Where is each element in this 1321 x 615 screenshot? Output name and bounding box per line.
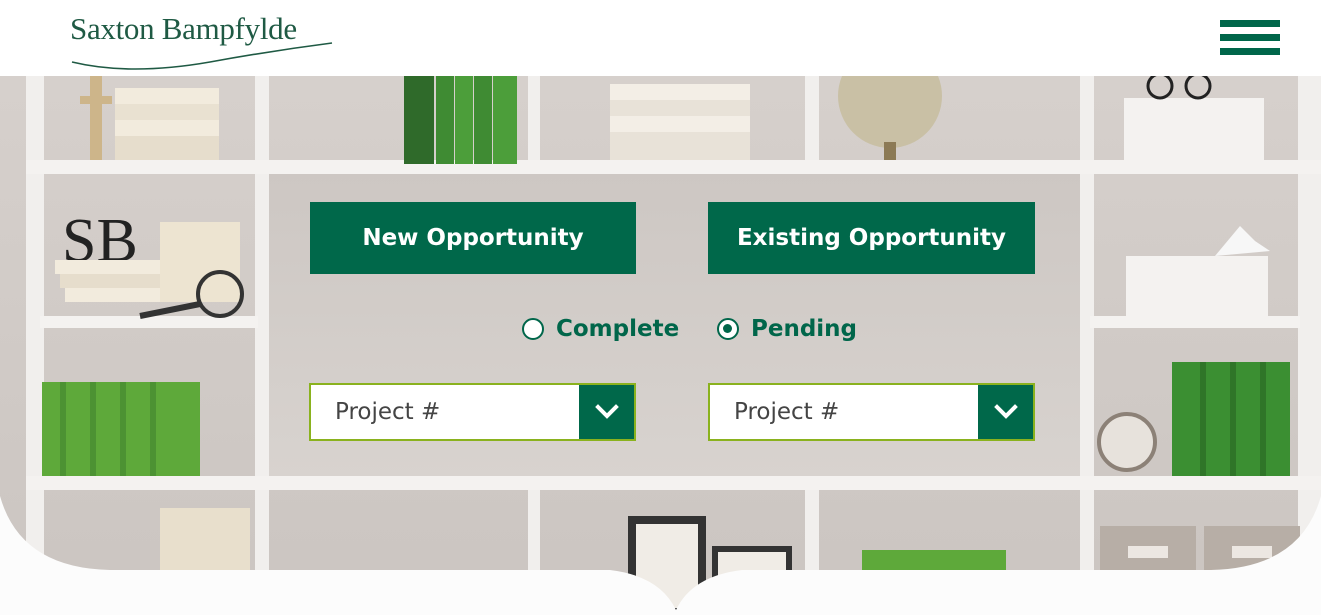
chevron-down-icon[interactable] [579, 385, 634, 439]
radio-pending[interactable]: Pending [717, 316, 857, 342]
project-select-new[interactable]: Project # [309, 383, 636, 441]
logo-swoosh-icon [71, 42, 333, 70]
logo[interactable]: Saxton Bampfylde [70, 10, 333, 70]
project-select-existing-text: Project # [734, 399, 840, 425]
status-radio-group: Complete Pending [0, 316, 1321, 352]
radio-complete-label: Complete [556, 316, 680, 342]
hero-section: SB New Opportunity Existing Opportunity … [0, 76, 1321, 615]
radio-pending-label: Pending [751, 316, 858, 342]
new-opportunity-button[interactable]: New Opportunity [310, 202, 636, 274]
radio-complete[interactable]: Complete [522, 316, 679, 342]
existing-opportunity-button[interactable]: Existing Opportunity [708, 202, 1035, 274]
chevron-down-icon[interactable] [978, 385, 1033, 439]
radio-checked-icon[interactable] [717, 318, 739, 340]
radio-unchecked-icon[interactable] [522, 318, 544, 340]
hamburger-menu-icon[interactable] [1220, 20, 1280, 56]
site-header: Saxton Bampfylde [0, 0, 1321, 76]
project-select-new-text: Project # [335, 399, 441, 425]
project-select-existing[interactable]: Project # [708, 383, 1035, 441]
